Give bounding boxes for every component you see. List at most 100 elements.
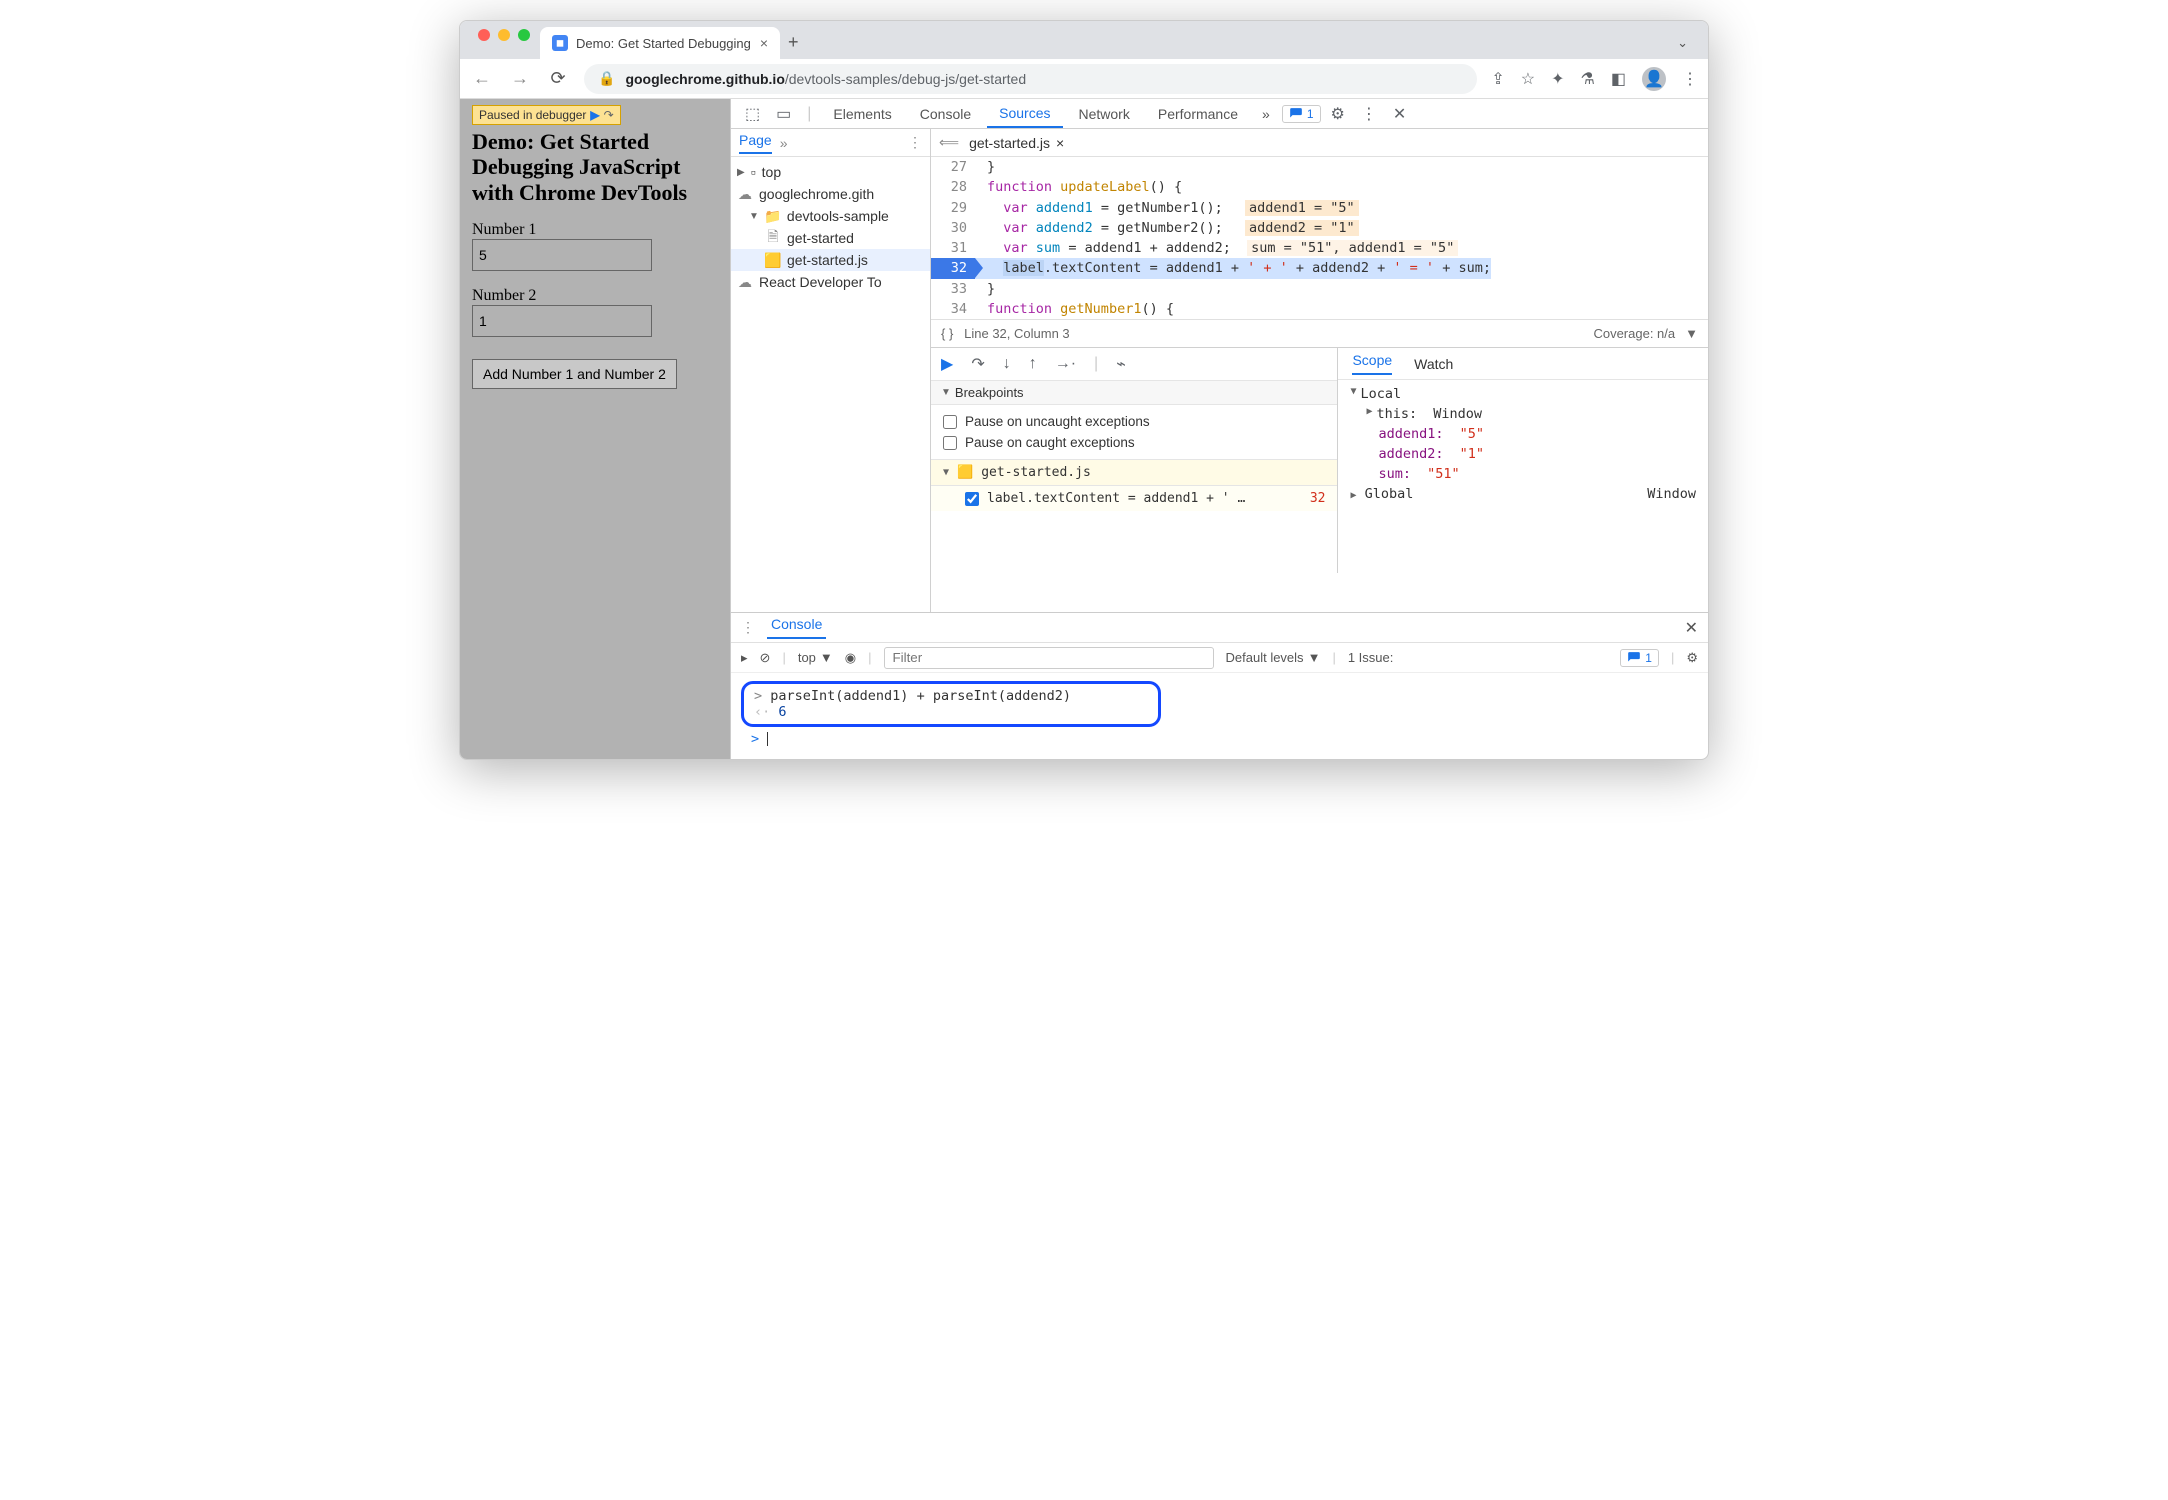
- tab-watch[interactable]: Watch: [1414, 356, 1453, 372]
- console-issue-button[interactable]: 1: [1620, 649, 1659, 667]
- resume-icon[interactable]: ▶: [590, 108, 599, 122]
- step-into-button[interactable]: ↓: [1003, 355, 1011, 373]
- navigator-tab-page[interactable]: Page: [739, 132, 772, 154]
- pause-caught-checkbox[interactable]: Pause on caught exceptions: [943, 432, 1325, 453]
- paused-label: Paused in debugger: [479, 108, 586, 122]
- close-tab-icon[interactable]: ×: [760, 35, 768, 51]
- tabs-dropdown-icon[interactable]: ⌄: [1677, 35, 1700, 59]
- rendered-page: Paused in debugger ▶ ↷ Demo: Get Started…: [460, 99, 730, 759]
- close-window-icon[interactable]: [478, 29, 490, 41]
- pause-uncaught-checkbox[interactable]: Pause on uncaught exceptions: [943, 411, 1325, 432]
- drawer-menu-icon[interactable]: ⋮: [741, 619, 755, 636]
- tree-domain[interactable]: ☁googlechrome.gith: [731, 183, 930, 205]
- issues-button[interactable]: 1: [1282, 105, 1321, 123]
- sources-navigator: Page » ⋮ ▶▫top ☁googlechrome.gith ▼📁devt…: [731, 129, 931, 612]
- labs-icon[interactable]: ⚗: [1581, 69, 1595, 89]
- close-devtools-icon[interactable]: ✕: [1387, 104, 1412, 124]
- url-host: googlechrome.github.io: [625, 71, 784, 87]
- num1-input[interactable]: [472, 239, 652, 271]
- tab-scope[interactable]: Scope: [1352, 352, 1392, 375]
- lock-icon: 🔒: [598, 70, 615, 87]
- breakpoint-file[interactable]: ▼🟨get-started.js: [931, 459, 1337, 486]
- tree-folder[interactable]: ▼📁devtools-sample: [731, 205, 930, 227]
- devtools-tabs: ⬚ ▭ | Elements Console Sources Network P…: [731, 99, 1708, 129]
- sidepanel-icon[interactable]: ◧: [1611, 69, 1626, 89]
- tab-network[interactable]: Network: [1067, 99, 1142, 128]
- tab-console[interactable]: Console: [908, 99, 983, 128]
- status-menu-icon[interactable]: ▼: [1685, 326, 1698, 341]
- live-expr-icon[interactable]: ◉: [845, 650, 856, 666]
- back-button[interactable]: ←: [470, 68, 494, 89]
- url-path: /devtools-samples/debug-js/get-started: [785, 71, 1026, 87]
- num1-label: Number 1: [472, 221, 718, 239]
- console-issue-label: 1 Issue:: [1348, 650, 1394, 665]
- tree-file-html[interactable]: 🗎get-started: [731, 227, 930, 249]
- deactivate-bp-button[interactable]: ⌁: [1116, 354, 1126, 374]
- clear-console-icon[interactable]: ⊘: [760, 650, 771, 666]
- resume-button[interactable]: ▶: [941, 354, 953, 374]
- forward-button: →: [508, 68, 532, 89]
- editor-status-bar: { } Line 32, Column 3 Coverage: n/a▼: [931, 319, 1708, 347]
- favicon-icon: ◼: [552, 35, 568, 51]
- step-over-button[interactable]: ↷: [971, 354, 984, 374]
- tab-performance[interactable]: Performance: [1146, 99, 1250, 128]
- step-out-button[interactable]: ↑: [1029, 355, 1037, 373]
- file-tab[interactable]: get-started.js ×: [969, 135, 1064, 151]
- console-highlight: parseInt(addend1) + parseInt(addend2) 6: [741, 681, 1161, 727]
- console-input-line: parseInt(addend1) + parseInt(addend2): [754, 688, 1148, 704]
- context-selector[interactable]: top ▼: [798, 650, 833, 665]
- extensions-icon[interactable]: ✦: [1551, 69, 1564, 89]
- url-input[interactable]: 🔒 googlechrome.github.io/devtools-sample…: [584, 64, 1477, 94]
- debug-toolbar: ▶ ↷ ↓ ↑ →· | ⌁: [931, 348, 1337, 380]
- minimize-window-icon[interactable]: [498, 29, 510, 41]
- num2-input[interactable]: [472, 305, 652, 337]
- coverage-label: Coverage: n/a: [1593, 326, 1675, 341]
- console-filter-input[interactable]: [884, 647, 1214, 669]
- console-drawer: ⋮ Console ✕ ▸ ⊘ | top ▼ ◉ | Default leve…: [731, 612, 1708, 759]
- tree-file-js[interactable]: 🟨get-started.js: [731, 249, 930, 271]
- inspect-icon[interactable]: ⬚: [739, 104, 766, 124]
- kebab-icon[interactable]: ⋮: [1355, 104, 1383, 124]
- tab-title: Demo: Get Started Debugging: [576, 36, 751, 51]
- devtools: ⬚ ▭ | Elements Console Sources Network P…: [730, 99, 1708, 759]
- tab-elements[interactable]: Elements: [821, 99, 903, 128]
- breakpoint-line[interactable]: label.textContent = addend1 + ' …32: [931, 486, 1337, 511]
- console-prompt[interactable]: [741, 727, 1698, 751]
- browser-tab[interactable]: ◼ Demo: Get Started Debugging ×: [540, 27, 780, 59]
- scope-panel: ▼Local ▶this: Window addend1: "5" addend…: [1338, 380, 1708, 573]
- num2-label: Number 2: [472, 287, 718, 305]
- navigator-menu-icon[interactable]: ⋮: [908, 134, 922, 151]
- log-levels-selector[interactable]: Default levels ▼: [1226, 650, 1321, 665]
- more-tabs-icon[interactable]: »: [1254, 106, 1278, 122]
- code-editor[interactable]: 27} 28function updateLabel() { 29 var ad…: [931, 157, 1708, 319]
- drawer-tab-console[interactable]: Console: [767, 616, 826, 639]
- device-icon[interactable]: ▭: [770, 104, 797, 124]
- cursor-position: Line 32, Column 3: [964, 326, 1070, 341]
- browser-menu-icon[interactable]: ⋮: [1682, 69, 1698, 89]
- tab-strip: ◼ Demo: Get Started Debugging × + ⌄: [460, 21, 1708, 59]
- tree-top[interactable]: ▶▫top: [731, 161, 930, 183]
- navigator-more-icon[interactable]: »: [780, 135, 788, 151]
- console-output-line: 6: [754, 704, 1148, 720]
- console-sidebar-icon[interactable]: ▸: [741, 650, 748, 666]
- toggle-navigator-icon[interactable]: ⟸: [939, 134, 959, 151]
- console-settings-icon[interactable]: ⚙: [1686, 650, 1698, 666]
- new-tab-button[interactable]: +: [788, 32, 799, 59]
- breakpoints-header[interactable]: ▼Breakpoints: [931, 380, 1337, 405]
- add-button[interactable]: Add Number 1 and Number 2: [472, 359, 677, 389]
- close-drawer-icon[interactable]: ✕: [1685, 618, 1698, 638]
- step-button[interactable]: →·: [1055, 355, 1076, 373]
- tree-extension[interactable]: ☁React Developer To: [731, 271, 930, 293]
- close-file-icon[interactable]: ×: [1056, 135, 1064, 151]
- page-title: Demo: Get Started Debugging JavaScript w…: [472, 129, 718, 205]
- window-controls: [468, 29, 540, 51]
- share-icon[interactable]: ⇪: [1491, 69, 1504, 89]
- bookmark-icon[interactable]: ☆: [1521, 69, 1535, 89]
- reload-button[interactable]: ⟳: [546, 68, 570, 89]
- settings-icon[interactable]: ⚙: [1325, 104, 1351, 124]
- maximize-window-icon[interactable]: [518, 29, 530, 41]
- profile-avatar[interactable]: 👤: [1642, 67, 1666, 91]
- tab-sources[interactable]: Sources: [987, 99, 1062, 128]
- paused-badge: Paused in debugger ▶ ↷: [472, 105, 621, 125]
- step-over-icon[interactable]: ↷: [604, 108, 614, 122]
